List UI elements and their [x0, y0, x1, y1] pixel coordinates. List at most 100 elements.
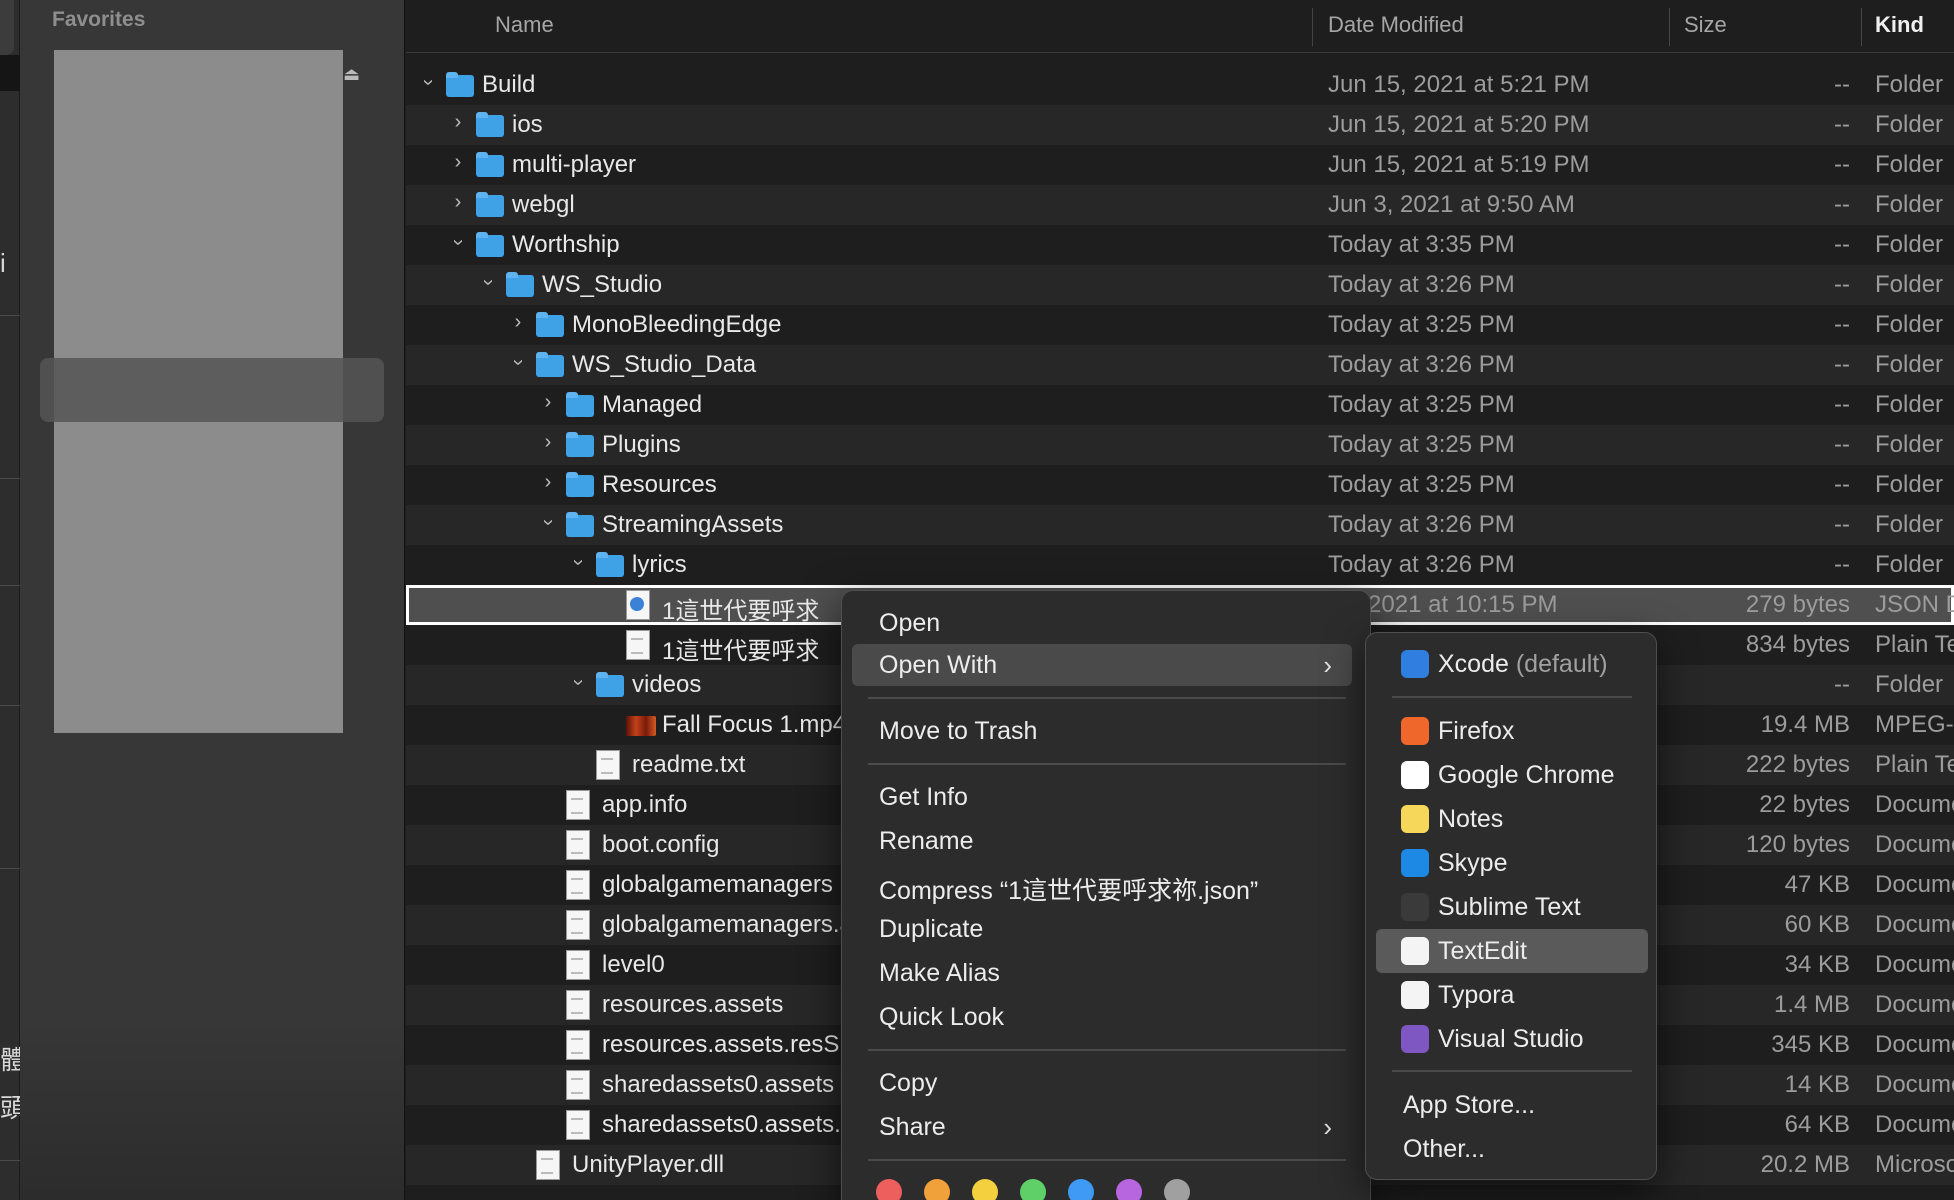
edge-text-fragment: i — [0, 248, 6, 278]
color-tag-dot[interactable] — [1164, 1179, 1190, 1200]
submenu-item-other[interactable]: Other... — [1376, 1127, 1648, 1171]
column-header-date[interactable]: Date Modified — [1328, 12, 1464, 38]
submenu-item-visual-studio[interactable]: Visual Studio — [1376, 1017, 1648, 1061]
menu-item-copy[interactable]: Copy — [852, 1062, 1352, 1104]
sidebar-bottom-shade — [20, 1020, 404, 1200]
menu-item-duplicate[interactable]: Duplicate — [852, 908, 1352, 950]
menu-item-move-to-trash[interactable]: Move to Trash — [852, 710, 1352, 752]
app-label: Notes — [1438, 805, 1504, 833]
menu-separator — [1392, 1070, 1632, 1072]
column-header-name[interactable]: Name — [495, 12, 554, 38]
file-kind: Document — [1875, 951, 1954, 978]
submenu-item-app-store[interactable]: App Store... — [1376, 1083, 1648, 1127]
date-modified: Today at 3:26 PM — [1328, 271, 1515, 298]
edge-divider — [0, 585, 20, 586]
date-modified: Today at 3:26 PM — [1328, 511, 1515, 538]
sublime-text-icon — [1401, 893, 1429, 921]
folder-row[interactable]: › MonoBleedingEdge Today at 3:25 PM -- Folde… — [406, 305, 1954, 345]
submenu-item-firefox[interactable]: Firefox — [1376, 709, 1648, 753]
disclosure-expanded-icon[interactable]: › — [417, 71, 440, 95]
menu-item-make-alias[interactable]: Make Alias — [852, 952, 1352, 994]
color-tag-dot[interactable] — [972, 1179, 998, 1200]
menu-item-share[interactable]: Share › — [852, 1106, 1352, 1148]
folder-row[interactable]: › StreamingAssets Today at 3:26 PM -- Folder — [406, 505, 1954, 545]
column-separator[interactable] — [1861, 8, 1862, 46]
submenu-item-textedit[interactable]: TextEdit — [1376, 929, 1648, 973]
folder-row[interactable]: › lyrics Today at 3:26 PM -- Folder — [406, 545, 1954, 585]
folder-icon — [536, 312, 564, 338]
default-suffix: (default) — [1515, 650, 1608, 678]
folder-row[interactable]: › WS_Studio Today at 3:26 PM -- Folder — [406, 265, 1954, 305]
submenu-item-notes[interactable]: Notes — [1376, 797, 1648, 841]
disclosure-expanded-icon[interactable]: › — [567, 671, 590, 695]
file-kind: Folder — [1875, 151, 1944, 178]
disclosure-collapsed-icon[interactable]: › — [536, 391, 560, 414]
folder-row[interactable]: › Worthship Today at 3:35 PM -- Folder — [406, 225, 1954, 265]
edge-divider — [0, 478, 20, 479]
date-modified: Today at 3:35 PM — [1328, 231, 1515, 258]
column-header-bar: Name Date Modified Size Kind — [406, 0, 1954, 53]
disclosure-collapsed-icon[interactable]: › — [536, 471, 560, 494]
color-tag-dot[interactable] — [1068, 1179, 1094, 1200]
folder-row[interactable]: › ios Jun 15, 2021 at 5:20 PM -- Folder — [406, 105, 1954, 145]
file-kind: Folder — [1875, 431, 1944, 458]
file-name: StreamingAssets — [602, 511, 784, 538]
disclosure-collapsed-icon[interactable]: › — [446, 111, 470, 134]
folder-row[interactable]: › multi-player Jun 15, 2021 at 5:19 PM -- Fo… — [406, 145, 1954, 185]
disclosure-collapsed-icon[interactable]: › — [536, 431, 560, 454]
folder-row[interactable]: › Resources Today at 3:25 PM -- Folder — [406, 465, 1954, 505]
file-size: -- — [1834, 311, 1850, 338]
disclosure-expanded-icon[interactable]: › — [477, 271, 500, 295]
menu-item-quick-look[interactable]: Quick Look — [852, 996, 1352, 1038]
folder-row[interactable]: › Build Jun 15, 2021 at 5:21 PM -- Folder — [406, 65, 1954, 105]
window-edge-dark-block — [0, 55, 20, 91]
menu-item-get-info[interactable]: Get Info — [852, 776, 1352, 818]
disclosure-expanded-icon[interactable]: › — [507, 351, 530, 375]
document-icon — [596, 750, 620, 780]
folder-icon — [476, 152, 504, 178]
disclosure-expanded-icon[interactable]: › — [447, 231, 470, 255]
submenu-item-xcode[interactable]: Xcode (default) — [1376, 642, 1648, 686]
disclosure-collapsed-icon[interactable]: › — [446, 151, 470, 174]
file-name: ios — [512, 111, 543, 138]
column-header-size[interactable]: Size — [1684, 12, 1727, 38]
submenu-item-skype[interactable]: Skype — [1376, 841, 1648, 885]
disclosure-expanded-icon[interactable]: › — [537, 511, 560, 535]
color-tag-dot[interactable] — [876, 1179, 902, 1200]
typora-icon — [1401, 981, 1429, 1009]
xcode-icon — [1401, 650, 1429, 678]
file-kind: Folder — [1875, 471, 1944, 498]
folder-row[interactable]: › Managed Today at 3:25 PM -- Folder — [406, 385, 1954, 425]
submenu-item-google-chrome[interactable]: Google Chrome — [1376, 753, 1648, 797]
disclosure-collapsed-icon[interactable]: › — [506, 311, 530, 334]
file-kind: Folder — [1875, 231, 1944, 258]
column-separator[interactable] — [1669, 8, 1670, 46]
color-tag-dot[interactable] — [1116, 1179, 1142, 1200]
menu-item-rename[interactable]: Rename — [852, 820, 1352, 862]
file-name: Worthship — [512, 231, 620, 258]
column-header-kind[interactable]: Kind — [1875, 12, 1924, 38]
firefox-icon — [1401, 717, 1429, 745]
folder-row[interactable]: › webgl Jun 3, 2021 at 9:50 AM -- Folder — [406, 185, 1954, 225]
menu-item-open-with[interactable]: Open With › — [852, 644, 1352, 686]
color-tag-dot[interactable] — [924, 1179, 950, 1200]
menu-separator — [868, 697, 1346, 699]
disclosure-collapsed-icon[interactable]: › — [446, 191, 470, 214]
submenu-item-typora[interactable]: Typora — [1376, 973, 1648, 1017]
app-label: Visual Studio — [1438, 1025, 1584, 1053]
sidebar-selected-item[interactable] — [40, 358, 384, 422]
date-modified: Today at 3:25 PM — [1328, 391, 1515, 418]
edge-divider — [0, 705, 20, 706]
file-kind: Folder — [1875, 271, 1944, 298]
eject-icon[interactable]: ⏏ — [343, 64, 360, 85]
folder-row[interactable]: › WS_Studio_Data Today at 3:26 PM -- Folder — [406, 345, 1954, 385]
color-tag-dot[interactable] — [1020, 1179, 1046, 1200]
column-separator[interactable] — [1312, 8, 1313, 46]
menu-item-open[interactable]: Open — [852, 602, 1352, 644]
date-modified: Today at 3:25 PM — [1328, 471, 1515, 498]
disclosure-expanded-icon[interactable]: › — [567, 551, 590, 575]
submenu-item-sublime-text[interactable]: Sublime Text — [1376, 885, 1648, 929]
folder-row[interactable]: › Plugins Today at 3:25 PM -- Folder — [406, 425, 1954, 465]
menu-separator — [868, 1159, 1346, 1161]
menu-item-compress[interactable]: Compress “1這世代要呼求祢.json” — [852, 864, 1352, 906]
